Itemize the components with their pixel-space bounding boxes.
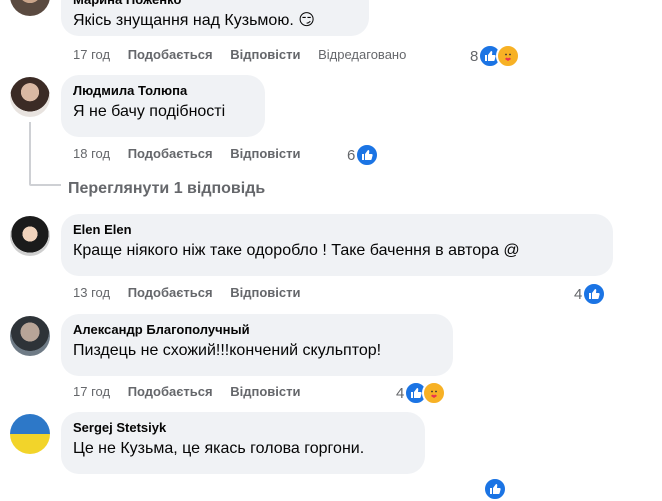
like-icon <box>582 282 607 306</box>
reaction-summary[interactable]: 4 <box>574 282 607 306</box>
thread-line-horizontal <box>29 184 61 186</box>
like-icon <box>483 477 507 501</box>
like-button[interactable]: Подобається <box>128 384 213 399</box>
comment-time[interactable]: 17 год <box>73 384 110 399</box>
comment-author[interactable]: Elen Elen <box>73 222 601 238</box>
avatar[interactable] <box>10 0 50 16</box>
reaction-count: 4 <box>574 285 583 303</box>
comment-author[interactable]: Александр Благополучный <box>73 322 441 338</box>
reaction-summary[interactable]: 8 <box>470 44 521 68</box>
reaction-summary[interactable]: 4 <box>396 381 447 405</box>
reply-button[interactable]: Відповісти <box>230 285 300 300</box>
comment-text: Якісь знущання над Кузьмою. 😏 <box>73 12 315 29</box>
comment-text: Краще ніякого ніж таке одоробло ! Таке б… <box>73 242 520 259</box>
comment-author[interactable]: Марина Ноженко <box>73 0 357 8</box>
comment-time[interactable]: 18 год <box>73 146 110 161</box>
reaction-count: 4 <box>396 384 405 402</box>
comment-bubble: Александр Благополучный Пиздець не схожи… <box>61 314 453 376</box>
comment-time[interactable]: 13 год <box>73 285 110 300</box>
like-button[interactable]: Подобається <box>128 146 213 161</box>
comment-time[interactable]: 17 год <box>73 47 110 62</box>
reply-button[interactable]: Відповісти <box>230 146 300 161</box>
reply-button[interactable]: Відповісти <box>230 384 300 399</box>
like-icon <box>355 143 380 167</box>
reaction-count: 8 <box>470 47 479 65</box>
comment-author[interactable]: Sergej Stetsiyk <box>73 420 413 436</box>
comment-bubble: Людмила Толюпа Я не бачу подібності <box>61 75 265 137</box>
comment-text: Я не бачу подібності <box>73 103 226 120</box>
comment-bubble: Sergej Stetsiyk Це не Кузьма, це якась г… <box>61 412 425 474</box>
avatar[interactable] <box>10 77 50 117</box>
comment-meta: 18 год Подобається Відповісти <box>73 146 314 161</box>
like-button[interactable]: Подобається <box>128 47 213 62</box>
comment-author[interactable]: Людмила Толюпа <box>73 83 253 99</box>
care-icon <box>496 44 521 68</box>
comment-meta: 17 год Подобається Відповісти Відредагов… <box>73 47 420 62</box>
reaction-count: 6 <box>347 146 356 164</box>
comment-text: Це не Кузьма, це якась голова горгони. <box>73 440 365 457</box>
care-icon <box>422 381 447 405</box>
comment-text: Пиздець не схожий!!!кончений скульптор! <box>73 342 382 359</box>
like-button[interactable]: Подобається <box>128 285 213 300</box>
avatar[interactable] <box>10 414 50 454</box>
comment-meta: 13 год Подобається Відповісти <box>73 285 314 300</box>
comment-bubble: Elen Elen Краще ніякого ніж таке одоробл… <box>61 214 613 276</box>
edited-label: Відредаговано <box>318 47 407 62</box>
thread-line-vertical <box>29 122 31 184</box>
reaction-summary[interactable] <box>483 477 507 501</box>
view-replies-link[interactable]: Переглянути 1 відповідь <box>68 180 265 198</box>
avatar[interactable] <box>10 216 50 256</box>
reply-button[interactable]: Відповісти <box>230 47 300 62</box>
reaction-summary[interactable]: 6 <box>347 143 380 167</box>
comment-meta: 17 год Подобається Відповісти <box>73 384 314 399</box>
avatar[interactable] <box>10 316 50 356</box>
comment-bubble: Марина Ноженко Якісь знущання над Кузьмо… <box>61 0 369 36</box>
